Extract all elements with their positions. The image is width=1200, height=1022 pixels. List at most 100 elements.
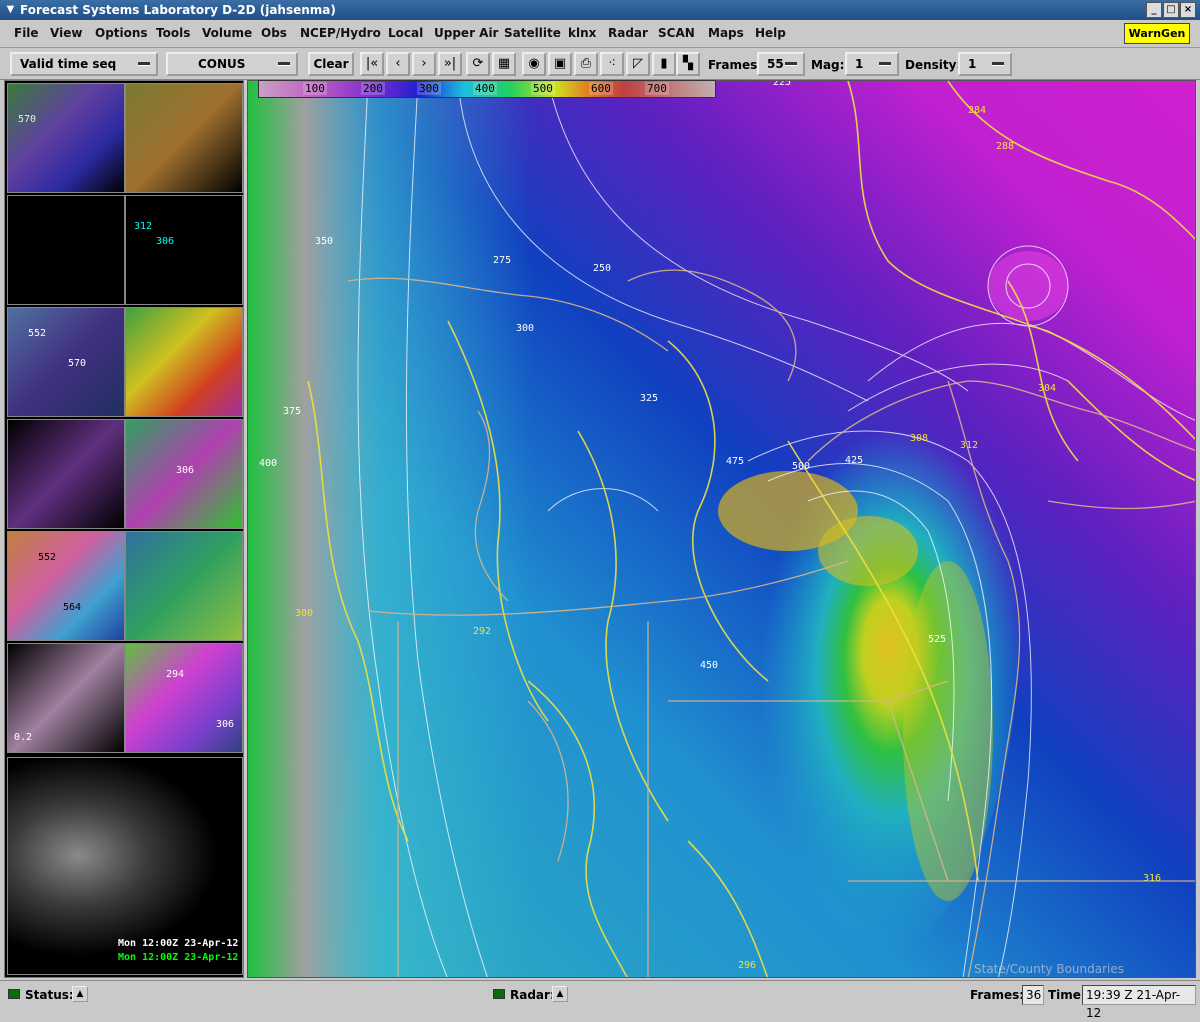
thumb-label: 306 (156, 236, 175, 247)
dropdown-arrow-icon (278, 62, 290, 65)
warngen-button[interactable]: WarnGen (1124, 23, 1190, 44)
svg-text:284: 284 (968, 105, 986, 116)
scale-select[interactable]: CONUS (166, 52, 298, 76)
svg-text:288: 288 (996, 141, 1014, 152)
svg-text:350: 350 (315, 236, 333, 247)
thumbnail-8[interactable]: 306 (125, 419, 243, 529)
dropdown-arrow-icon (879, 62, 891, 65)
dropdown-arrow-icon (785, 62, 797, 65)
menu-klnx[interactable]: klnx (568, 26, 596, 40)
frames-status-label: Frames: (970, 988, 1025, 1002)
color-scale-bar: 100 200 300 400 500 600 700 (258, 80, 716, 98)
overlay-label: State/County Boundaries (974, 962, 1124, 976)
svg-text:525: 525 (928, 634, 946, 645)
density-select[interactable]: 1 (958, 52, 1012, 76)
colorbar-tick-400: 400 (473, 82, 497, 95)
frames-status-value: 36 (1022, 985, 1044, 1005)
svg-text:296: 296 (738, 960, 756, 971)
menu-local[interactable]: Local (388, 26, 423, 40)
thumb-label: 552 (38, 552, 57, 563)
thumbnail-11[interactable]: 0.2 (7, 643, 125, 753)
thumbnail-1[interactable]: 570 (7, 83, 125, 193)
status-bar: Status: ▲ Radar: ▲ Frames: 36 Time: 19:3… (0, 980, 1200, 1020)
step-back-icon[interactable]: ‹ (386, 52, 410, 76)
map-display[interactable]: 225 250 275 300 325 350 375 400 425 450 … (247, 80, 1196, 978)
thumbnail-4[interactable]: 306 312 (125, 195, 243, 305)
mag-value: 1 (855, 57, 864, 71)
thumb-label: 306 (176, 465, 195, 476)
menu-tools[interactable]: Tools (156, 26, 190, 40)
last-frame-icon[interactable]: »| (438, 52, 462, 76)
cross-section-icon[interactable]: ◸ (626, 52, 650, 76)
thumbnail-12[interactable]: 294 306 (125, 643, 243, 753)
time-label: Time: (1048, 988, 1086, 1002)
thumbnail-large[interactable]: Mon 12:00Z 23-Apr-12 Mon 12:00Z 23-Apr-1… (7, 757, 243, 975)
thumb-label: 552 (28, 328, 47, 339)
toolbar: Valid time seq CONUS Clear |« ‹ › »| ⟳ ▦… (0, 48, 1200, 80)
maximize-icon[interactable]: □ (1163, 2, 1179, 18)
colorbar-tick-100: 100 (303, 82, 327, 95)
upper-low (988, 251, 1068, 321)
jet-east-flank (903, 561, 993, 901)
menu-file[interactable]: File (14, 26, 39, 40)
first-frame-icon[interactable]: |« (360, 52, 384, 76)
thumbnail-2[interactable] (125, 83, 243, 193)
clear-button[interactable]: Clear (308, 52, 354, 76)
single-pane-icon[interactable]: ▮ (652, 52, 676, 76)
thumbnail-3[interactable] (7, 195, 125, 305)
menu-volume[interactable]: Volume (202, 26, 252, 40)
thumbnail-7[interactable] (7, 419, 125, 529)
menu-obs[interactable]: Obs (261, 26, 287, 40)
radar-expand-icon[interactable]: ▲ (552, 986, 568, 1002)
status-expand-icon[interactable]: ▲ (72, 986, 88, 1002)
thumbnail-9[interactable]: 552 564 (7, 531, 125, 641)
density-label: Density: (905, 58, 962, 72)
print-icon[interactable]: ⎙ (574, 52, 598, 76)
frames-label: Frames: (708, 58, 763, 72)
menu-maps[interactable]: Maps (708, 26, 744, 40)
svg-text:300: 300 (295, 608, 313, 619)
time-value: 19:39 Z 21-Apr-12 (1082, 985, 1196, 1020)
svg-text:400: 400 (259, 458, 277, 469)
colorbar-tick-500: 500 (531, 82, 555, 95)
menu-bar: File View Options Tools Volume Obs NCEP/… (0, 20, 1200, 48)
frames-value: 55 (767, 57, 784, 71)
svg-text:250: 250 (593, 263, 611, 274)
thumb-label: 294 (166, 669, 185, 680)
radar-label: Radar: (510, 988, 555, 1002)
time-mode-select[interactable]: Valid time seq (10, 52, 158, 76)
minimize-icon[interactable]: _ (1146, 2, 1162, 18)
thumbnail-6[interactable] (125, 307, 243, 417)
svg-text:450: 450 (700, 660, 718, 671)
reset-icon[interactable]: ◉ (522, 52, 546, 76)
image-toggle-icon[interactable]: ▣ (548, 52, 572, 76)
menu-help[interactable]: Help (755, 26, 786, 40)
thumb-time-2: Mon 12:00Z 23-Apr-12 (118, 952, 239, 963)
loop-icon[interactable]: ⟳ (466, 52, 490, 76)
dropdown-arrow-icon (992, 62, 1004, 65)
menu-scan[interactable]: SCAN (658, 26, 695, 40)
menu-ncep-hydro[interactable]: NCEP/Hydro (300, 26, 381, 40)
color-table-icon[interactable]: ▦ (492, 52, 516, 76)
menu-satellite[interactable]: Satellite (504, 26, 561, 40)
dropdown-arrow-icon (138, 62, 150, 65)
menu-view[interactable]: View (50, 26, 82, 40)
map-canvas: 225 250 275 300 325 350 375 400 425 450 … (248, 81, 1195, 977)
mag-select[interactable]: 1 (845, 52, 899, 76)
colorbar-tick-200: 200 (361, 82, 385, 95)
close-icon[interactable]: × (1180, 2, 1196, 18)
step-forward-icon[interactable]: › (412, 52, 436, 76)
window-menu-icon[interactable]: ▼ (4, 3, 17, 16)
menu-options[interactable]: Options (95, 26, 148, 40)
menu-upper-air[interactable]: Upper Air (434, 26, 498, 40)
svg-text:292: 292 (473, 626, 491, 637)
svg-text:375: 375 (283, 406, 301, 417)
points-icon[interactable]: ⁖ (600, 52, 624, 76)
thumbnail-10[interactable] (125, 531, 243, 641)
frames-select[interactable]: 55 (757, 52, 805, 76)
thumbnail-5[interactable]: 552 570 (7, 307, 125, 417)
svg-text:312: 312 (960, 440, 978, 451)
thumb-label: 570 (18, 114, 37, 125)
four-panel-icon[interactable]: ▚ (676, 52, 700, 76)
menu-radar[interactable]: Radar (608, 26, 648, 40)
